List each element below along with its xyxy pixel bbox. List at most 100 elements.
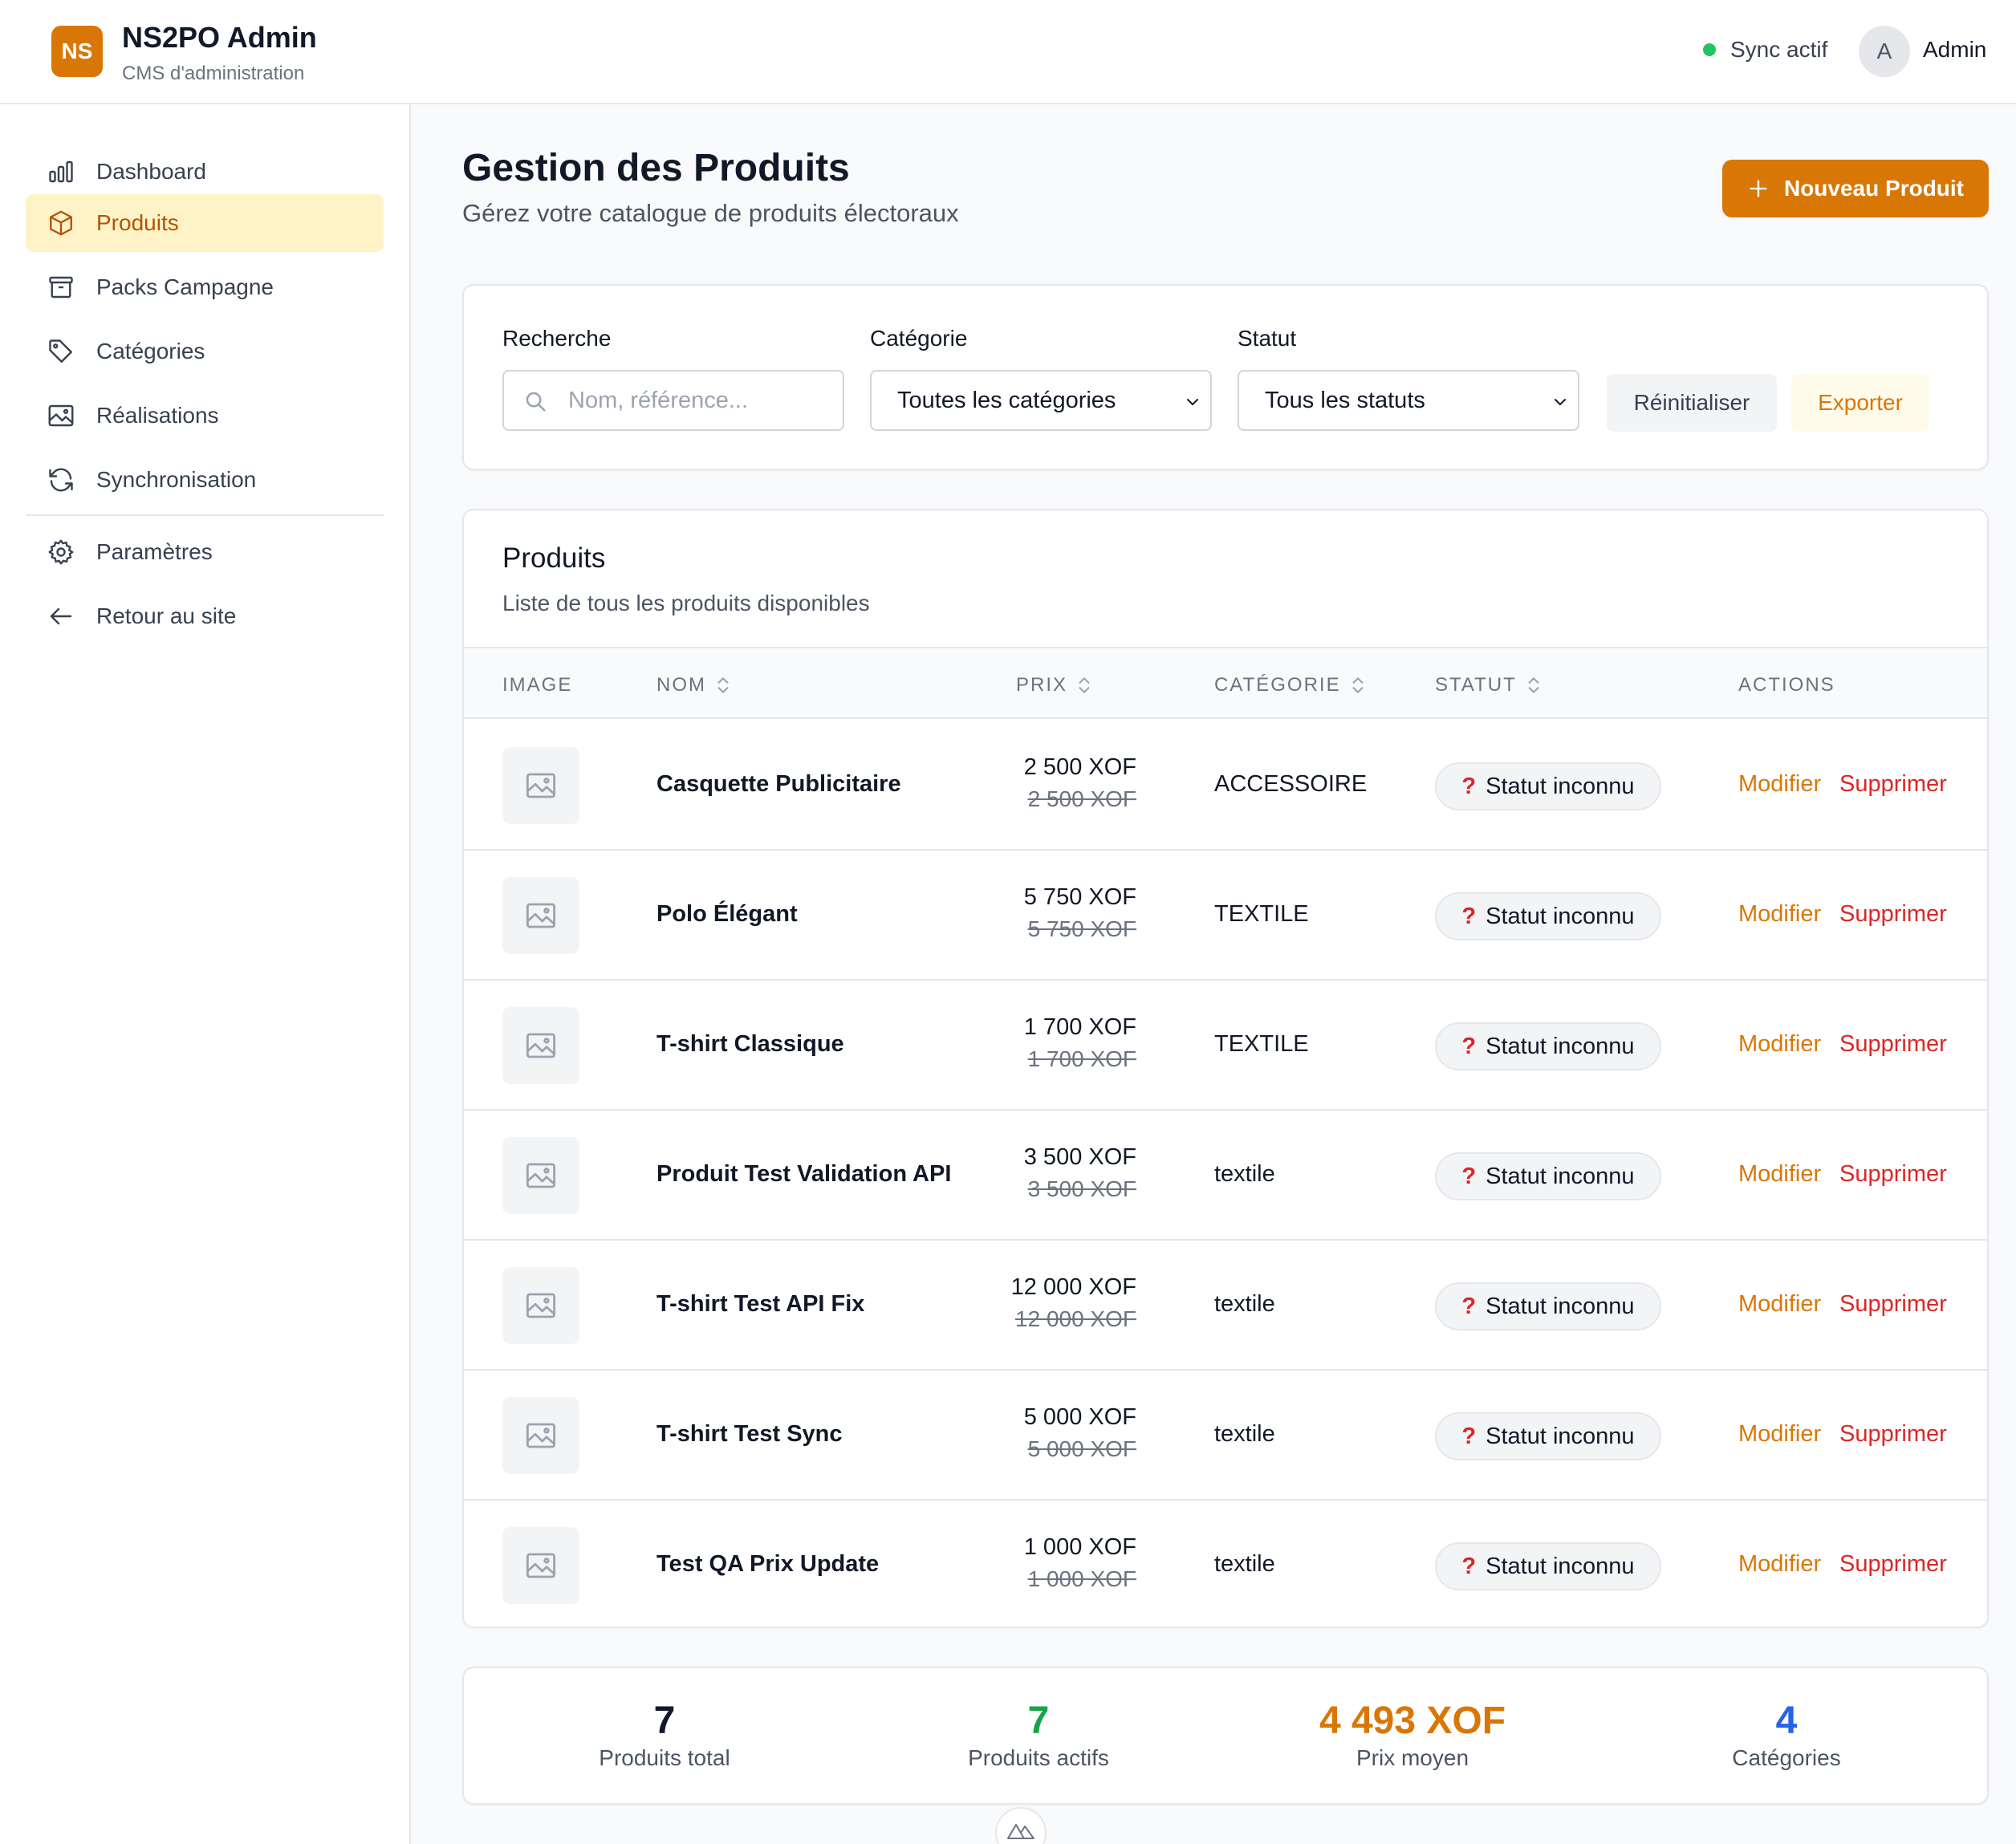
sync-status: Sync actif — [1703, 37, 1827, 63]
sort-icon — [1352, 677, 1364, 693]
sidebar-item-synchronisation[interactable]: Synchronisation — [26, 451, 384, 509]
product-name: T-shirt Test Sync — [656, 1421, 843, 1447]
search-input[interactable]: Nom, référence... — [502, 370, 844, 431]
table-row: T-shirt Test Sync 5 000 XOF 5 000 XOF texti… — [464, 1371, 1987, 1501]
product-category: textile — [1214, 1291, 1275, 1317]
sidebar-item-packs-campagne[interactable]: Packs Campagne — [26, 258, 384, 316]
product-thumbnail — [502, 1397, 579, 1474]
product-price-old: 12 000 XOF — [1015, 1306, 1136, 1331]
status-badge: ? Statut inconnu — [1435, 762, 1661, 810]
stat-label: Prix moyen — [1356, 1745, 1469, 1770]
product-price: 1 700 XOF 1 700 XOF — [961, 1014, 1136, 1072]
table-row: Test QA Prix Update 1 000 XOF 1 000 XOF tex… — [464, 1501, 1987, 1627]
product-price-old: 1 700 XOF — [1027, 1046, 1136, 1071]
stat-average-price: 4 493 XOF Prix moyen — [1252, 1699, 1573, 1771]
new-product-button-label: Nouveau Produit — [1783, 176, 1964, 201]
chevron-down-icon — [1187, 399, 1198, 405]
sidebar-item-dashboard[interactable]: Dashboard — [26, 143, 384, 201]
category-select[interactable]: Toutes les catégories — [870, 370, 1212, 431]
status-select-value: Tous les statuts — [1265, 387, 1425, 413]
product-price-old: 5 750 XOF — [1027, 916, 1136, 941]
column-header-categorie[interactable]: CATÉGORIE — [1214, 674, 1367, 697]
products-card: Produits Liste de tous les produits disp… — [462, 509, 1989, 1628]
delete-button[interactable]: Supprimer — [1839, 771, 1947, 798]
edit-button[interactable]: Modifier — [1738, 1031, 1821, 1058]
delete-button[interactable]: Supprimer — [1839, 1421, 1947, 1448]
delete-button[interactable]: Supprimer — [1839, 1551, 1947, 1578]
sidebar-item-parametres[interactable]: Paramètres — [26, 523, 384, 581]
product-price: 5 000 XOF 5 000 XOF — [961, 1404, 1136, 1462]
sidebar-item-produits[interactable]: Produits — [26, 194, 384, 252]
column-header-prix[interactable]: PRIX — [1016, 674, 1093, 697]
app-logo[interactable]: NS — [51, 26, 103, 77]
image-placeholder-icon — [526, 1553, 556, 1578]
image-placeholder-icon — [526, 1163, 556, 1188]
stat-label: Produits actifs — [968, 1745, 1109, 1770]
product-name: Test QA Prix Update — [656, 1551, 880, 1577]
delete-button[interactable]: Supprimer — [1839, 901, 1947, 928]
stat-label: Catégories — [1732, 1745, 1841, 1770]
delete-button[interactable]: Supprimer — [1839, 1291, 1947, 1318]
category-label: Catégorie — [870, 326, 968, 351]
reset-button[interactable]: Réinitialiser — [1607, 374, 1777, 432]
delete-button[interactable]: Supprimer — [1839, 1031, 1947, 1058]
edit-button[interactable]: Modifier — [1738, 1551, 1821, 1578]
sidebar-item-label: Produits — [96, 210, 179, 235]
edit-button[interactable]: Modifier — [1738, 901, 1821, 928]
edit-button[interactable]: Modifier — [1738, 1421, 1821, 1448]
page-subtitle: Gérez votre catalogue de produits électo… — [462, 199, 959, 227]
nuxt-devtools-button[interactable] — [995, 1807, 1047, 1844]
product-price: 1 000 XOF 1 000 XOF — [961, 1534, 1136, 1592]
page-title: Gestion des Produits — [462, 147, 850, 189]
user-name[interactable]: Admin — [1923, 37, 1986, 63]
table-header: IMAGE NOM PRIX CATÉGORIE STATUT ACTIONS — [464, 647, 1987, 719]
sidebar-item-realisations[interactable]: Réalisations — [26, 387, 384, 445]
product-name: Produit Test Validation API — [656, 1161, 952, 1187]
sort-icon — [717, 677, 729, 693]
archive-box-icon — [49, 276, 73, 299]
edit-button[interactable]: Modifier — [1738, 771, 1821, 798]
new-product-button[interactable]: Nouveau Produit — [1722, 160, 1989, 217]
column-header-nom[interactable]: NOM — [656, 674, 732, 697]
app-title: NS2PO Admin — [122, 21, 317, 54]
export-button[interactable]: Exporter — [1791, 374, 1929, 432]
status-badge-label: Statut inconnu — [1486, 773, 1635, 799]
product-price-current: 5 750 XOF — [1023, 884, 1136, 910]
sync-status-label: Sync actif — [1730, 37, 1828, 62]
image-icon — [48, 404, 74, 427]
search-label: Recherche — [502, 326, 612, 351]
status-badge: ? Statut inconnu — [1435, 1542, 1661, 1590]
question-mark-icon: ? — [1461, 1033, 1477, 1059]
sync-status-dot-icon — [1703, 43, 1716, 56]
status-badge-label: Statut inconnu — [1486, 903, 1635, 929]
sidebar-item-categories[interactable]: Catégories — [26, 323, 384, 380]
table-row: T-shirt Classique 1 700 XOF 1 700 XOF TEXTI… — [464, 981, 1987, 1111]
stat-value: 7 — [653, 1700, 676, 1742]
sidebar-item-label: Synchronisation — [96, 467, 257, 492]
column-header-statut[interactable]: STATUT — [1435, 674, 1542, 697]
status-label: Statut — [1238, 326, 1297, 351]
status-select[interactable]: Tous les statuts — [1238, 370, 1579, 431]
image-placeholder-icon — [526, 903, 556, 928]
table-row: Casquette Publicitaire 2 500 XOF 2 500 XOF… — [464, 721, 1987, 851]
product-thumbnail — [502, 877, 579, 954]
sidebar-item-retour-au-site[interactable]: Retour au site — [26, 587, 384, 645]
product-thumbnail — [502, 1007, 579, 1084]
edit-button[interactable]: Modifier — [1738, 1291, 1821, 1318]
status-badge-label: Statut inconnu — [1486, 1163, 1635, 1189]
product-price-old: 2 500 XOF — [1027, 786, 1136, 811]
arrow-left-icon — [50, 607, 72, 625]
question-mark-icon: ? — [1461, 1553, 1477, 1579]
product-price: 3 500 XOF 3 500 XOF — [961, 1144, 1136, 1202]
user-avatar[interactable]: A — [1859, 26, 1910, 77]
edit-button[interactable]: Modifier — [1738, 1161, 1821, 1188]
status-badge-label: Statut inconnu — [1486, 1033, 1635, 1059]
product-name: T-shirt Classique — [656, 1031, 844, 1057]
product-name: Polo Élégant — [656, 901, 798, 927]
product-category: TEXTILE — [1214, 901, 1309, 927]
stat-categories: 4 Catégories — [1626, 1699, 1947, 1771]
plus-icon — [1750, 180, 1767, 197]
stat-value: 4 — [1775, 1700, 1798, 1742]
delete-button[interactable]: Supprimer — [1839, 1161, 1947, 1188]
product-thumbnail — [502, 1267, 579, 1344]
